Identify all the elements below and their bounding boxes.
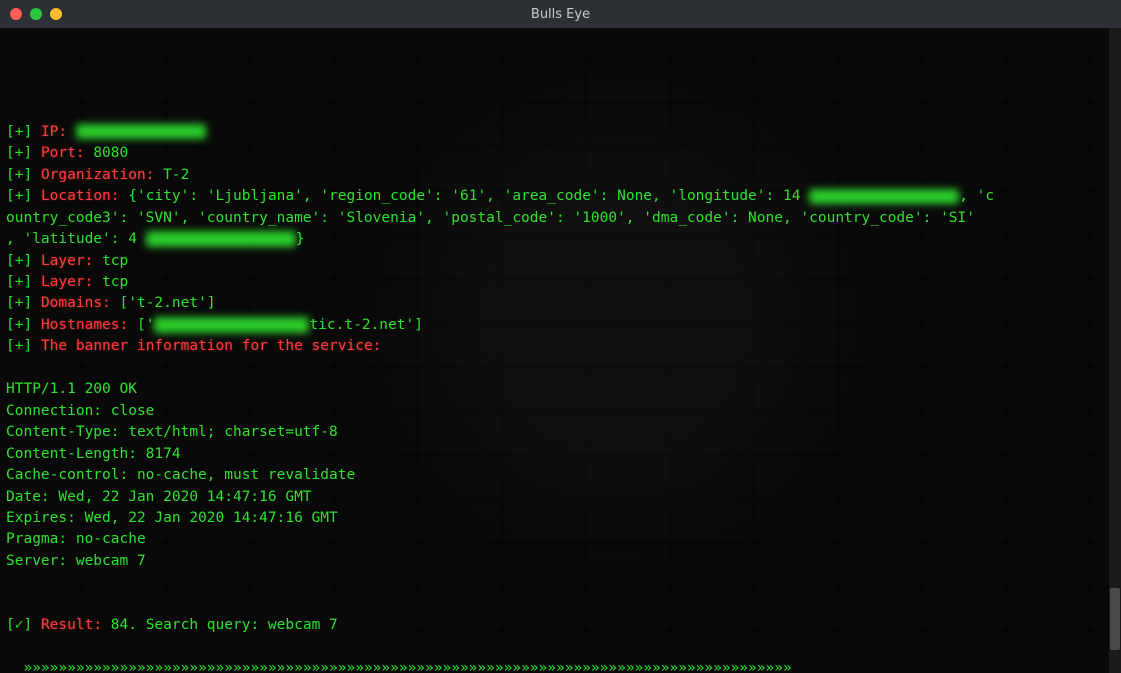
port-value: 8080: [93, 145, 128, 161]
latitude-redacted: [146, 231, 296, 246]
result-label: Result:: [41, 617, 102, 633]
banner-label: The banner information for the service:: [41, 338, 381, 354]
banner-line: Expires: Wed, 22 Jan 2020 14:47:16 GMT: [6, 510, 338, 526]
banner-line: Server: webcam 7: [6, 553, 146, 569]
result-value: 84. Search query: webcam 7: [111, 617, 338, 633]
location-part1: {'city': 'Ljubljana', 'region_code': '61…: [128, 188, 800, 204]
location-line3-tail: }: [296, 231, 305, 247]
location-line3-head: , 'latitude': 4: [6, 231, 137, 247]
layer-label: Layer:: [41, 274, 93, 290]
domains-label: Domains:: [41, 295, 111, 311]
banner-line: Cache-control: no-cache, must revalidate: [6, 467, 355, 483]
prefix: [+]: [6, 124, 32, 140]
location-label: Location:: [41, 188, 120, 204]
prefix: [+]: [6, 145, 32, 161]
prefix: [+]: [6, 295, 32, 311]
hostnames-label: Hostnames:: [41, 317, 128, 333]
banner-line: Content-Type: text/html; charset=utf-8: [6, 424, 338, 440]
layer-value: tcp: [102, 274, 128, 290]
layer-label: Layer:: [41, 253, 93, 269]
prefix: [+]: [6, 167, 32, 183]
banner-line: HTTP/1.1 200 OK: [6, 381, 137, 397]
ip-label: IP:: [41, 124, 67, 140]
longitude-redacted: [809, 189, 959, 204]
close-button[interactable]: [10, 8, 22, 20]
banner-line: Connection: close: [6, 403, 154, 419]
prefix: [+]: [6, 253, 32, 269]
ip-redacted: [76, 124, 206, 139]
window-titlebar: Bulls Eye: [0, 0, 1121, 28]
window-title: Bulls Eye: [531, 7, 590, 22]
divider: »»»»»»»»»»»»»»»»»»»»»»»»»»»»»»»»»»»»»»»»…: [6, 660, 792, 673]
banner-line: Pragma: no-cache: [6, 531, 146, 547]
terminal-content: [+] IP: [+] Port: 8080 [+] Organization:…: [6, 100, 1115, 673]
minimize-button[interactable]: [30, 8, 42, 20]
check-prefix: [✓]: [6, 617, 32, 633]
org-value: T-2: [163, 167, 189, 183]
location-line2: ountry_code3': 'SVN', 'country_name': 'S…: [6, 210, 975, 226]
layer-value: tcp: [102, 253, 128, 269]
prefix: [+]: [6, 317, 32, 333]
terminal[interactable]: [+] IP: [+] Port: 8080 [+] Organization:…: [0, 28, 1121, 673]
banner-line: Content-Length: 8174: [6, 446, 181, 462]
prefix: [+]: [6, 338, 32, 354]
banner-line: Date: Wed, 22 Jan 2020 14:47:16 GMT: [6, 489, 312, 505]
prefix: [+]: [6, 188, 32, 204]
domains-value: ['t-2.net']: [120, 295, 216, 311]
hostnames-open: [': [137, 317, 154, 333]
traffic-lights: [0, 8, 62, 20]
hostnames-tail: tic.t-2.net']: [309, 317, 423, 333]
port-label: Port:: [41, 145, 85, 161]
org-label: Organization:: [41, 167, 155, 183]
hostname-redacted: [154, 317, 309, 332]
maximize-button[interactable]: [50, 8, 62, 20]
prefix: [+]: [6, 274, 32, 290]
location-part1-tail: , 'c: [959, 188, 994, 204]
